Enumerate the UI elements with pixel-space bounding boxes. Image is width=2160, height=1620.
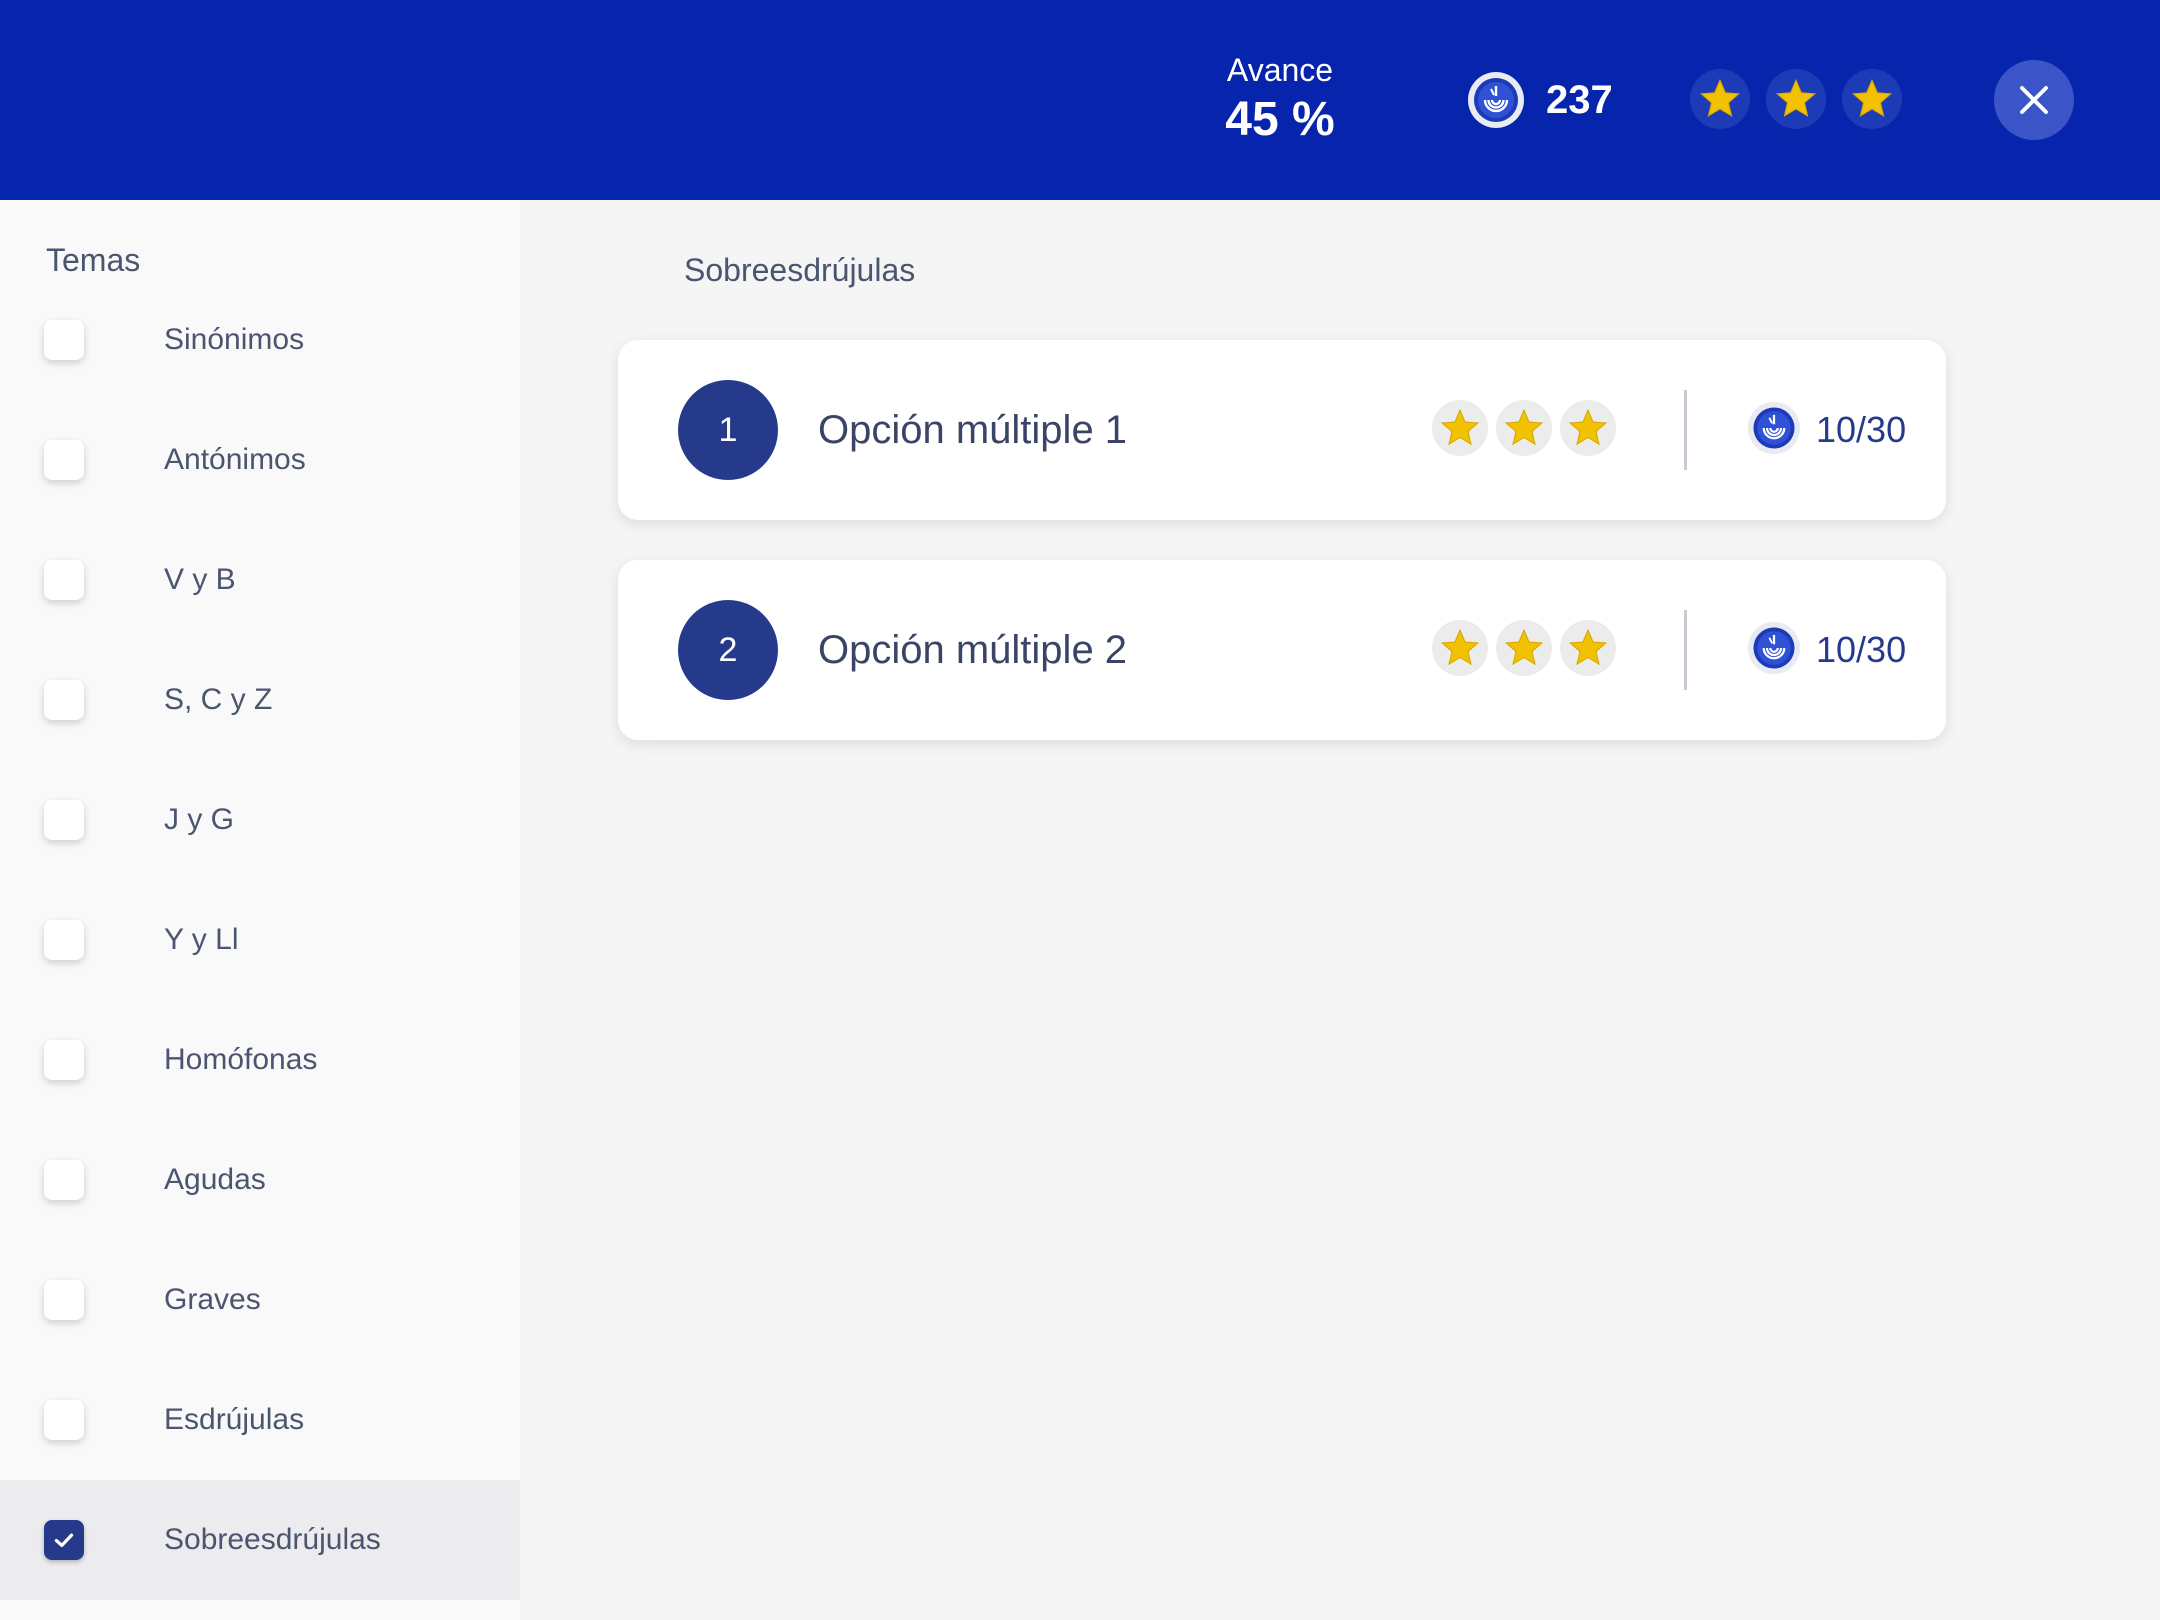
topic-item-sinonimos[interactable]: Sinónimos xyxy=(0,280,520,400)
activity-card[interactable]: 1 Opción múltiple 1 10/30 xyxy=(618,340,1946,520)
topic-item-homofonas[interactable]: Homófonas xyxy=(0,1000,520,1120)
topic-label: Y y Ll xyxy=(164,923,239,956)
header-stars xyxy=(1690,69,1902,129)
topic-item-s-c-y-z[interactable]: S, C y Z xyxy=(0,640,520,760)
star-icon xyxy=(1842,69,1902,129)
star-icon xyxy=(1690,69,1750,129)
divider xyxy=(1684,610,1687,690)
star-icon xyxy=(1560,400,1616,456)
progress-value: 45 % xyxy=(1225,93,1335,146)
topic-checkbox[interactable] xyxy=(44,560,84,600)
top-bar: Avance 45 % 237 xyxy=(0,0,2160,200)
activity-card[interactable]: 2 Opción múltiple 2 10/30 xyxy=(618,560,1946,740)
topic-checkbox[interactable] xyxy=(44,680,84,720)
star-icon xyxy=(1432,400,1488,456)
topic-label: Agudas xyxy=(164,1163,266,1196)
topic-checkbox[interactable] xyxy=(44,800,84,840)
activity-title: Opción múltiple 2 xyxy=(818,627,1128,672)
topic-label: Esdrújulas xyxy=(164,1403,305,1436)
topic-item-graves[interactable]: Graves xyxy=(0,1240,520,1360)
topic-label: Antónimos xyxy=(164,443,306,476)
topic-label: V y B xyxy=(164,563,236,596)
star-icon xyxy=(1496,400,1552,456)
topic-label: Graves xyxy=(164,1283,261,1316)
topic-item-antonimos[interactable]: Antónimos xyxy=(0,400,520,520)
close-button[interactable] xyxy=(1994,60,2074,140)
topic-item-agudas[interactable]: Agudas xyxy=(0,1120,520,1240)
topic-item-sobreesdrujulas[interactable]: Sobreesdrújulas xyxy=(0,1480,520,1600)
activity-stars xyxy=(1432,620,1616,676)
topic-checkbox[interactable] xyxy=(44,1520,84,1560)
divider xyxy=(1684,390,1687,470)
topic-label: S, C y Z xyxy=(164,683,273,716)
topic-item-v-y-b[interactable]: V y B xyxy=(0,520,520,640)
coin-counter: 237 xyxy=(1466,68,1613,132)
activity-score: 10/30 xyxy=(1816,629,1907,670)
activity-stars xyxy=(1432,400,1616,456)
topic-item-esdrujulas[interactable]: Esdrújulas xyxy=(0,1360,520,1480)
topic-label: Sobreesdrújulas xyxy=(164,1523,381,1556)
coin-icon xyxy=(1746,400,1802,456)
topic-checkbox[interactable] xyxy=(44,1280,84,1320)
star-icon xyxy=(1432,620,1488,676)
star-icon xyxy=(1560,620,1616,676)
topic-label: Sinónimos xyxy=(164,323,305,356)
topic-checkbox[interactable] xyxy=(44,1400,84,1440)
topic-item-y-y-ll[interactable]: Y y Ll xyxy=(0,880,520,1000)
coin-count: 237 xyxy=(1546,77,1613,122)
progress-indicator: Avance 45 % xyxy=(1180,50,1380,150)
topic-checkbox[interactable] xyxy=(44,1160,84,1200)
topic-label: J y G xyxy=(164,803,235,836)
progress-label: Avance xyxy=(1226,52,1334,88)
activity-score: 10/30 xyxy=(1816,409,1907,450)
star-icon xyxy=(1766,69,1826,129)
activity-number: 1 xyxy=(678,380,778,480)
close-icon xyxy=(2020,86,2048,114)
activity-number: 2 xyxy=(678,600,778,700)
topic-checkbox[interactable] xyxy=(44,320,84,360)
topic-checkbox[interactable] xyxy=(44,1040,84,1080)
topic-checkbox[interactable] xyxy=(44,440,84,480)
coin-icon xyxy=(1746,620,1802,676)
coin-icon xyxy=(1466,70,1526,130)
star-icon xyxy=(1496,620,1552,676)
checkmark-icon xyxy=(54,1533,74,1548)
section-title: Sobreesdrújulas xyxy=(684,252,916,288)
topic-item-j-y-g[interactable]: J y G xyxy=(0,760,520,880)
topic-label: Homófonas xyxy=(164,1043,318,1076)
topics-sidebar: Temas Sinónimos Antónimos V y B S, C y Z… xyxy=(0,200,520,1620)
sidebar-title: Temas xyxy=(46,242,141,278)
activity-title: Opción múltiple 1 xyxy=(818,407,1128,452)
topic-checkbox[interactable] xyxy=(44,920,84,960)
